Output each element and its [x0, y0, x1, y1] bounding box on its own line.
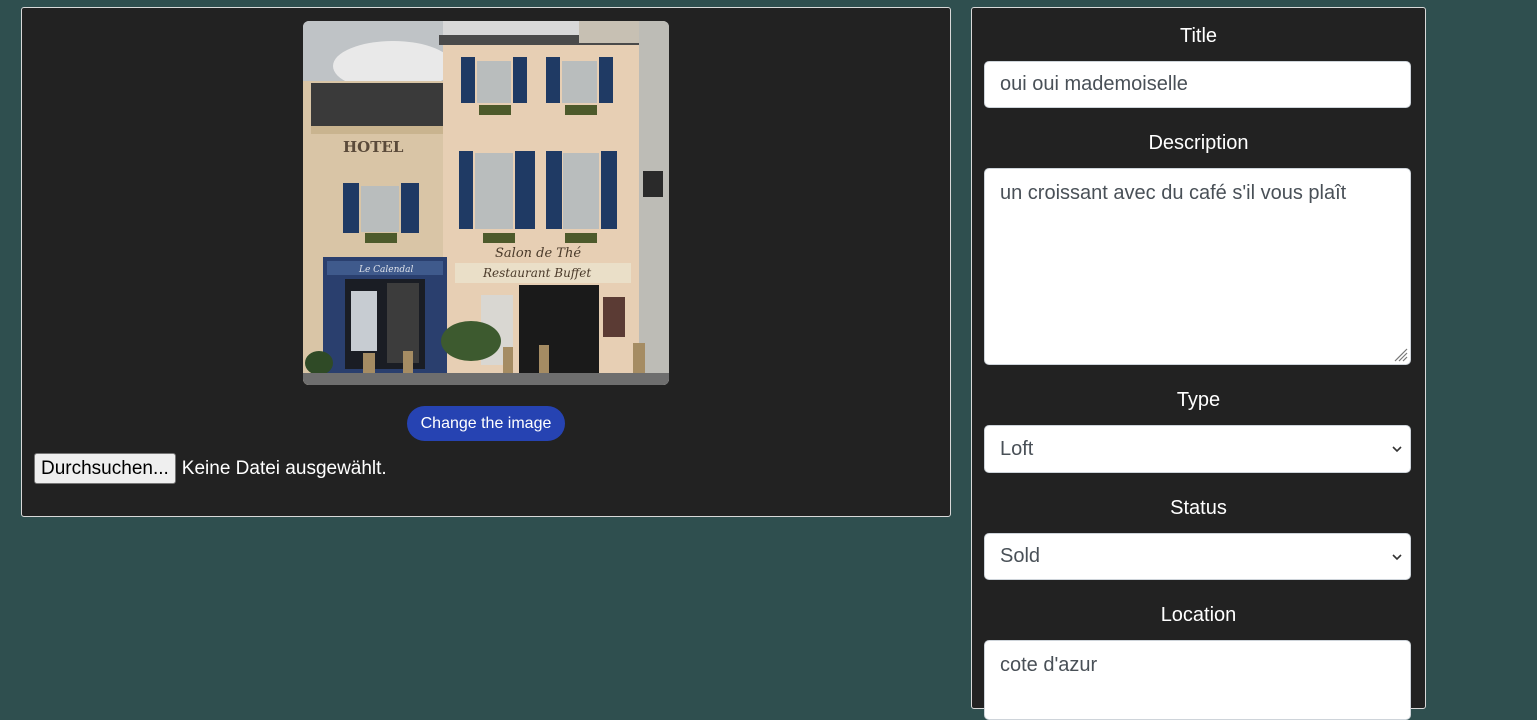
image-upload-panel: HOTEL Le Calendal Salon de Thé Restauran…	[21, 7, 951, 517]
description-textarea[interactable]: un croissant avec du café s'il vous plaî…	[984, 168, 1411, 365]
description-label: Description	[1148, 132, 1249, 154]
browse-file-button[interactable]: Durchsuchen...	[34, 453, 176, 484]
file-input: Durchsuchen... Keine Datei ausgewählt.	[34, 453, 387, 484]
description-text: un croissant avec du café s'il vous plaî…	[1000, 182, 1347, 204]
chevron-down-icon	[1392, 553, 1402, 560]
listing-form: Title oui oui mademoiselle Description u…	[971, 7, 1426, 720]
chevron-down-icon	[1392, 446, 1402, 453]
building-photo: HOTEL Le Calendal Salon de Thé Restauran…	[303, 21, 669, 385]
restaurant-sign: Restaurant Buffet	[482, 266, 591, 280]
title-label: Title	[1179, 25, 1218, 47]
title-input[interactable]: oui oui mademoiselle	[984, 61, 1411, 108]
shop-sign: Le Calendal	[358, 265, 414, 275]
hotel-sign: HOTEL	[343, 138, 404, 156]
resize-grip-icon[interactable]	[1392, 346, 1408, 362]
type-label: Type	[1176, 389, 1221, 411]
type-selected-value: Loft	[1000, 437, 1034, 460]
property-image-preview: HOTEL Le Calendal Salon de Thé Restauran…	[303, 21, 669, 385]
change-image-button[interactable]: Change the image	[407, 406, 565, 441]
location-label: Location	[1160, 604, 1237, 626]
status-selected-value: Sold	[1000, 545, 1041, 567]
salon-sign: Salon de Thé	[495, 246, 581, 261]
status-label: Status	[1170, 497, 1227, 519]
location-text: cote d'azur	[1000, 654, 1098, 676]
type-select[interactable]: Loft	[984, 425, 1411, 473]
file-status-text: Keine Datei ausgewählt.	[181, 457, 387, 479]
location-input[interactable]: cote d'azur	[984, 640, 1411, 720]
status-select[interactable]: Sold	[984, 533, 1411, 580]
